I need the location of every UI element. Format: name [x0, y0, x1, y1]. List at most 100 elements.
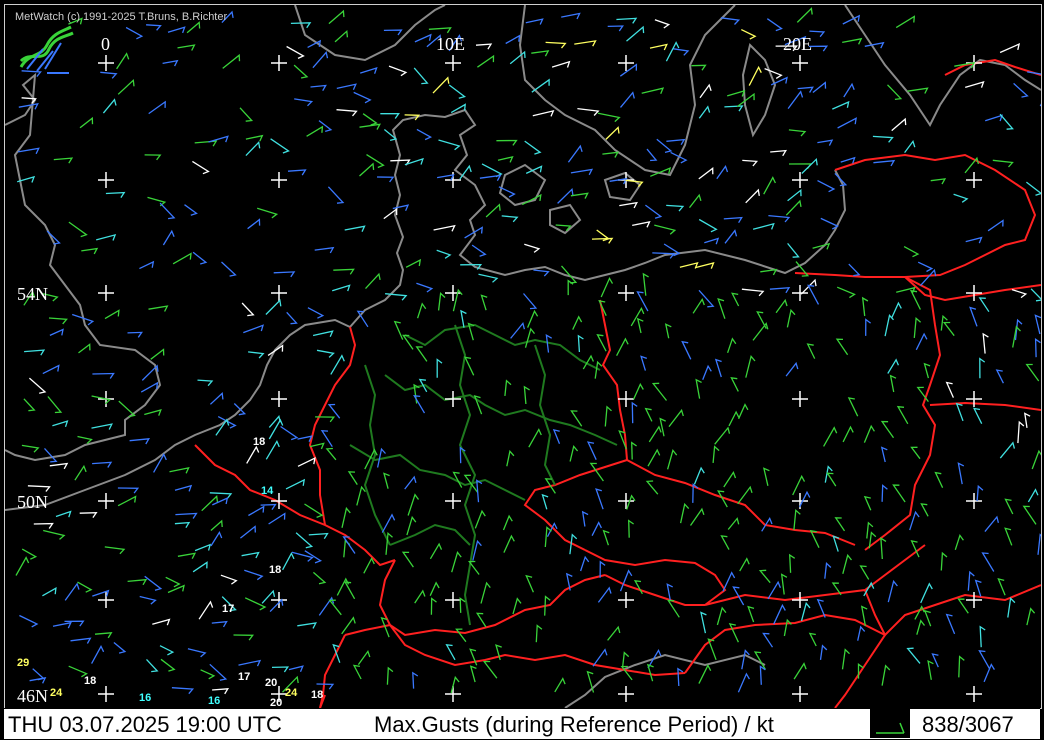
wind-barb-icon — [698, 167, 714, 180]
wind-barb-icon — [645, 204, 663, 219]
wind-barb-icon — [999, 42, 1021, 54]
wind-barb-icon — [787, 90, 804, 109]
station-value[interactable]: 20 — [265, 677, 277, 689]
plus-cross-icon — [445, 391, 461, 407]
wind-barb-icon — [268, 512, 286, 525]
wind-barb-icon — [245, 134, 264, 142]
wind-barb-icon — [724, 105, 744, 112]
wind-barb-icon — [533, 269, 550, 277]
wind-barb-icon — [861, 296, 869, 317]
wind-barb-icon — [524, 140, 542, 155]
map-svg — [5, 5, 1041, 708]
wind-barb-icon — [688, 193, 702, 208]
wind-barb-icon — [525, 18, 544, 25]
wind-barb-icon — [741, 288, 765, 297]
wind-barb-icon — [788, 553, 796, 573]
wind-barb-icon — [880, 420, 895, 439]
wind-barb-icon — [475, 612, 487, 628]
wind-barb-icon — [78, 343, 91, 354]
wind-barb-icon — [192, 561, 208, 573]
wind-barb-icon — [268, 418, 284, 440]
wind-barb-icon — [768, 214, 791, 223]
wind-barb-icon — [1037, 533, 1041, 555]
station-value[interactable]: 24 — [50, 687, 62, 699]
wind-barb-icon — [785, 361, 799, 377]
wind-barb-icon — [702, 364, 712, 381]
wind-barb-icon — [760, 268, 778, 276]
wind-barb-icon — [210, 519, 223, 531]
wind-barb-icon — [930, 178, 947, 185]
station-value[interactable]: 24 — [285, 687, 297, 699]
wind-barb-icon — [474, 509, 486, 529]
wind-barb-icon — [360, 66, 378, 74]
station-value[interactable]: 16 — [208, 695, 220, 707]
wind-barb-icon — [221, 261, 237, 277]
wind-barb-icon — [243, 324, 264, 334]
wind-barb-icon — [767, 580, 781, 600]
wind-barb-icon — [739, 557, 750, 572]
wind-barb-icon — [843, 82, 855, 98]
wind-barb-icon — [102, 98, 117, 114]
station-value[interactable]: 18 — [84, 675, 96, 687]
wind-barb-icon — [945, 381, 954, 398]
wind-barb-icon — [194, 140, 218, 147]
wind-barb-icon — [717, 298, 726, 319]
wind-barb-icon — [450, 675, 460, 694]
wind-barb-icon — [995, 369, 1004, 384]
wind-barb-icon — [52, 420, 69, 428]
station-value[interactable]: 18 — [311, 689, 323, 701]
wind-barb-icon — [958, 655, 965, 678]
wind-barb-icon — [569, 445, 579, 462]
wind-barb-icon — [270, 138, 290, 154]
wind-barb-icon — [352, 664, 362, 680]
metwatch-logo-icon[interactable] — [17, 23, 75, 77]
wind-barb-icon — [194, 543, 212, 552]
plus-cross-icon — [445, 592, 461, 608]
station-value[interactable]: 18 — [253, 436, 265, 448]
wind-barb-icon — [984, 515, 1000, 533]
wind-barb-icon — [21, 548, 38, 560]
wind-barb-icon — [448, 84, 467, 99]
status-parameter: Max.Gusts (during Reference Period) / kt — [374, 712, 774, 737]
wind-barb-icon — [265, 439, 280, 460]
wind-barb-icon — [881, 484, 888, 502]
wind-barb-icon — [812, 81, 827, 94]
wind-barb-icon — [651, 382, 668, 401]
wind-barb-icon — [407, 493, 420, 516]
station-value[interactable]: 17 — [238, 671, 250, 683]
wind-barb-icon — [842, 553, 853, 574]
wind-barb-icon — [766, 18, 783, 32]
station-value[interactable]: 16 — [139, 692, 151, 704]
wind-barb-icon — [211, 620, 228, 628]
latitude-label-50n: 50N — [17, 492, 48, 512]
wind-barb-icon — [978, 297, 990, 313]
wind-barb-icon — [916, 619, 926, 635]
wind-barb-icon — [1039, 103, 1041, 107]
wind-barb-icon — [570, 410, 583, 427]
wind-barb-icon — [551, 60, 571, 68]
wind-barb-icon — [979, 357, 986, 379]
wind-barb-icon — [741, 649, 750, 670]
wind-barb-icon — [923, 362, 931, 379]
wind-barb-icon — [1026, 607, 1036, 626]
wind-barb-icon — [920, 582, 933, 604]
wind-barb-icon — [159, 645, 175, 656]
wind-barb-icon — [343, 539, 351, 558]
wind-barb-icon — [969, 306, 978, 327]
wind-barb-icon — [570, 192, 589, 199]
station-value[interactable]: 17 — [222, 603, 234, 615]
wind-barb-icon — [414, 589, 426, 604]
station-value[interactable]: 14 — [261, 485, 273, 497]
border-fr-be-de — [194, 444, 396, 567]
station-value[interactable]: 18 — [269, 564, 281, 576]
wind-barb-icon — [288, 665, 304, 673]
wind-barb-icon — [148, 305, 169, 312]
wind-barb-icon — [730, 376, 739, 392]
wind-barb-icon — [241, 302, 255, 317]
map-canvas[interactable]: MetWatch (c) 1991-2025 T.Bruns, B.Richte… — [4, 4, 1042, 709]
wind-barb-icon — [17, 147, 40, 155]
station-value[interactable]: 29 — [17, 657, 29, 669]
wind-barb-icon — [889, 374, 897, 393]
plus-cross-icon — [98, 592, 114, 608]
wind-barb-icon — [239, 525, 256, 539]
